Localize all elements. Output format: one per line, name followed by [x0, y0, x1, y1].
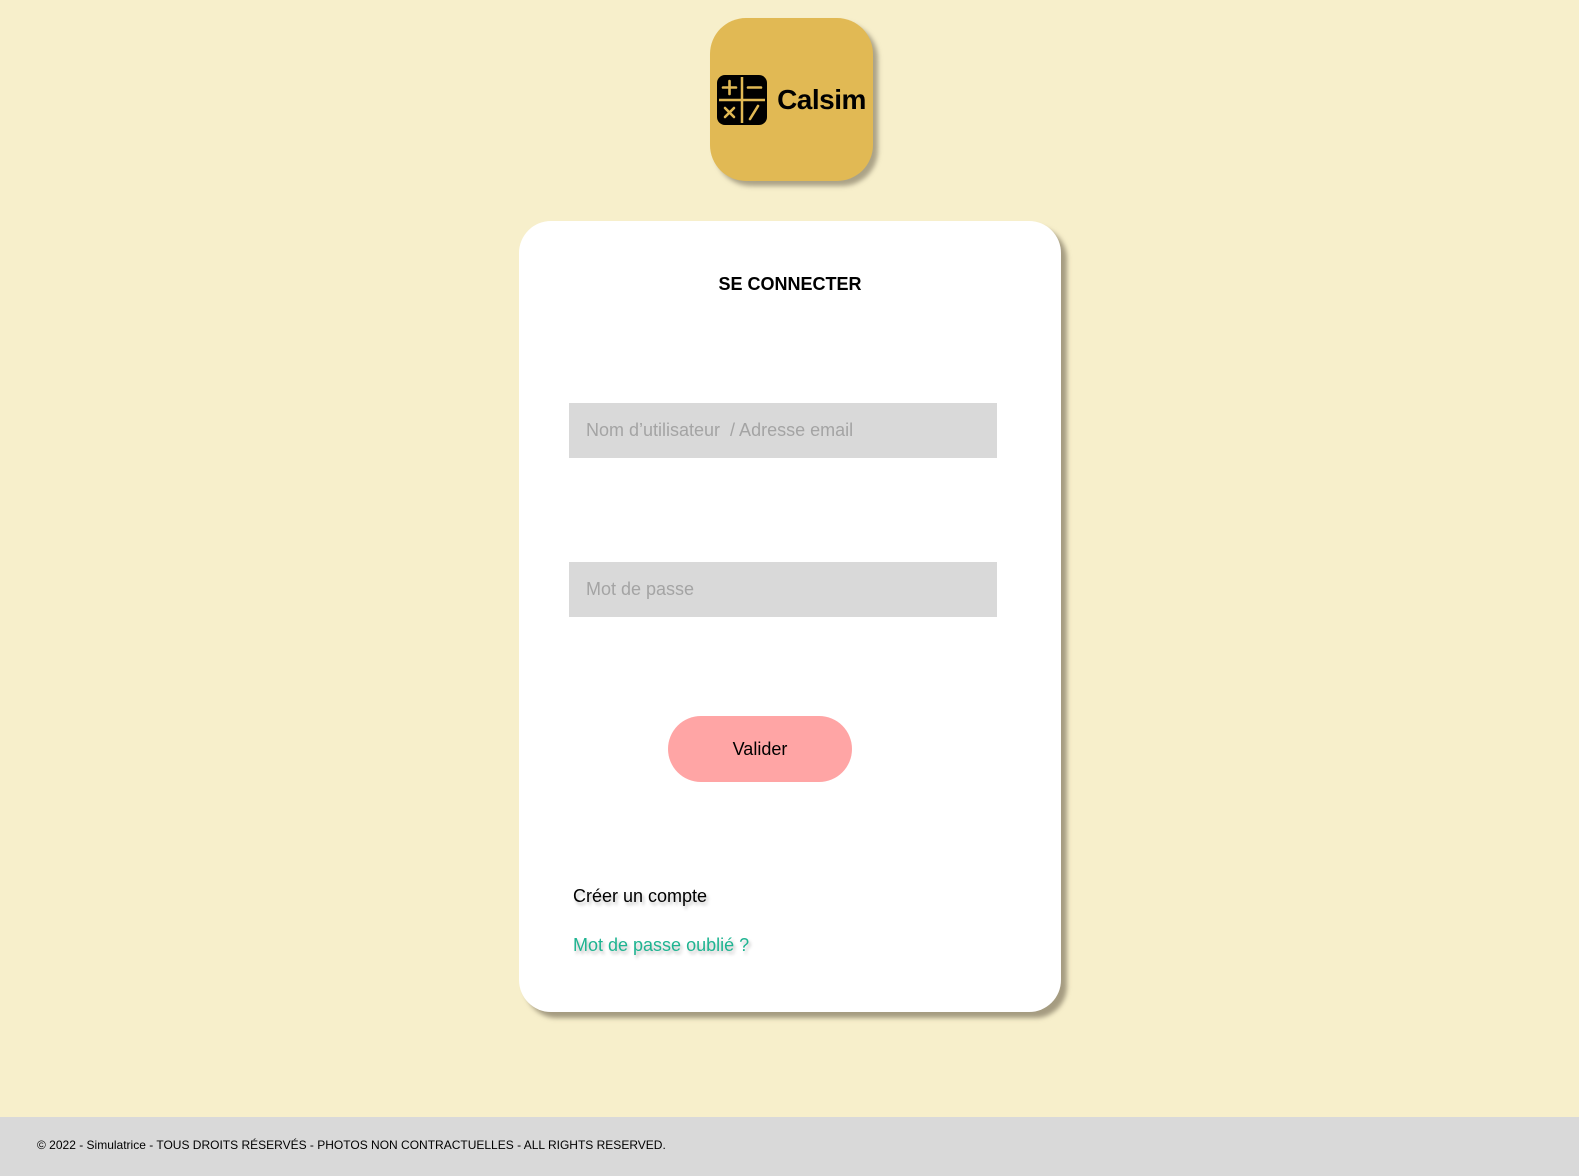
- footer: © 2022 - Simulatrice - TOUS DROITS RÉSER…: [0, 1117, 1579, 1176]
- login-title: SE CONNECTER: [718, 274, 862, 294]
- app-logo: Calsim: [710, 18, 873, 181]
- footer-copyright: © 2022 - Simulatrice - TOUS DROITS RÉSER…: [37, 1138, 666, 1152]
- forgot-password-link[interactable]: Mot de passe oublié ?: [573, 935, 749, 956]
- submit-button[interactable]: Valider: [668, 716, 852, 782]
- password-input[interactable]: [569, 562, 997, 617]
- create-account-link[interactable]: Créer un compte: [573, 886, 707, 907]
- logo-text: Calsim: [777, 83, 866, 115]
- calculator-operators-icon: [717, 74, 768, 125]
- username-email-input[interactable]: [569, 403, 997, 458]
- login-card: SE CONNECTER Valider Créer un compte Mot…: [519, 221, 1061, 1012]
